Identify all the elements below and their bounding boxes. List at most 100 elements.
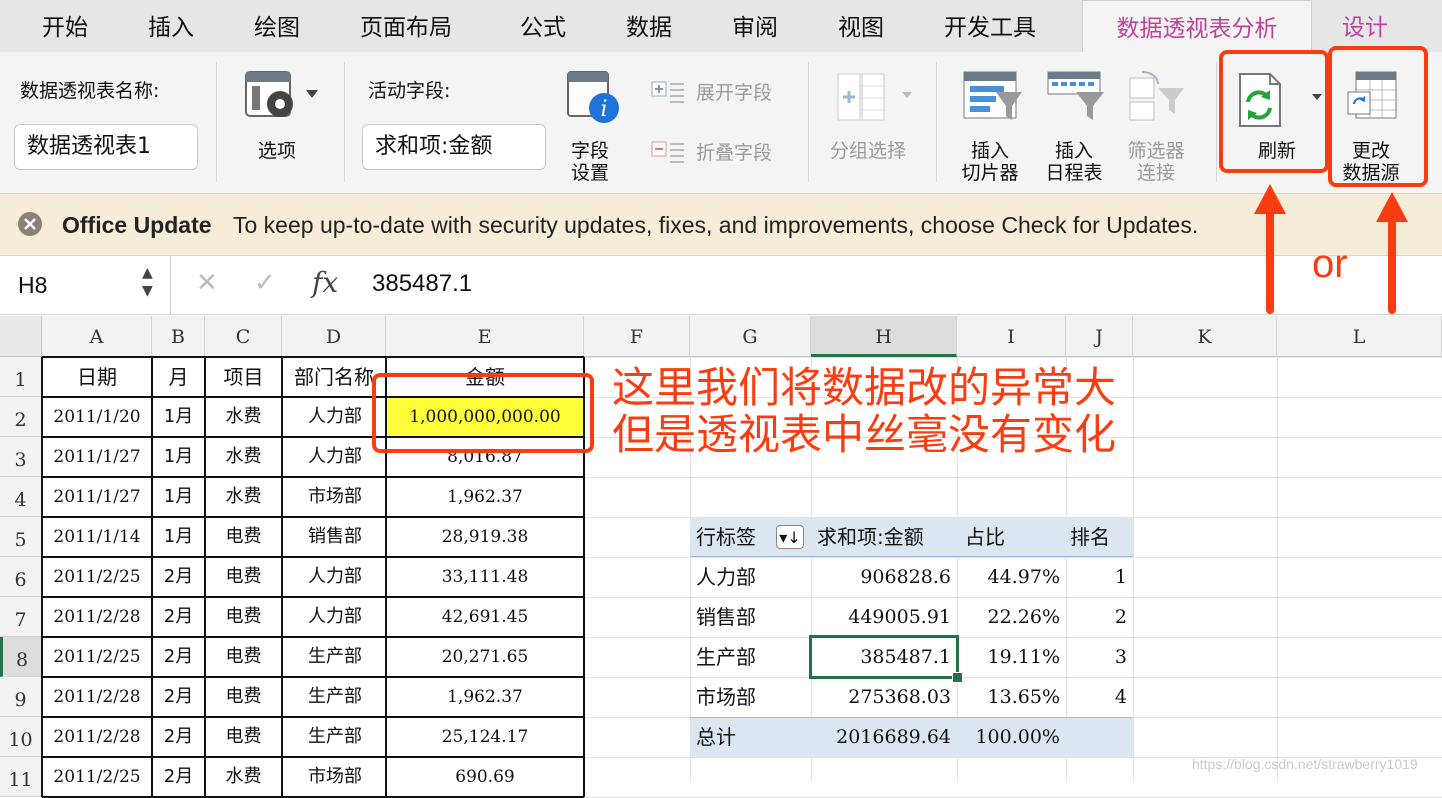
tab-design[interactable]: 设计 — [1342, 0, 1388, 52]
pivot-percent-cell[interactable]: 22.26% — [957, 597, 1060, 637]
select-all-corner[interactable] — [0, 316, 42, 357]
column-header[interactable]: C — [205, 316, 282, 357]
table-cell[interactable]: 2011/2/28 — [42, 677, 152, 717]
table-cell[interactable]: 电费 — [205, 597, 282, 637]
tab-developer[interactable]: 开发工具 — [944, 0, 1036, 52]
insert-slicer-icon[interactable] — [962, 70, 1024, 128]
table-cell[interactable]: 42,691.45 — [386, 597, 584, 637]
pivot-value-cell[interactable]: 906828.6 — [811, 557, 951, 597]
pivot-rank-cell[interactable]: 4 — [1066, 677, 1127, 717]
row-header[interactable]: 10 — [0, 717, 42, 757]
formula-input[interactable]: 385487.1 — [372, 270, 472, 298]
column-header[interactable]: K — [1133, 316, 1277, 357]
table-cell[interactable]: 2011/1/27 — [42, 437, 152, 477]
table-cell[interactable]: 2月 — [152, 557, 205, 597]
table-cell[interactable]: 生产部 — [282, 637, 386, 677]
pivot-row-label[interactable]: 人力部 — [696, 557, 806, 597]
active-field-input[interactable]: 求和项:金额 — [362, 124, 546, 170]
pivot-row-label[interactable]: 生产部 — [696, 637, 806, 677]
table-cell[interactable]: 人力部 — [282, 437, 386, 477]
tab-pivottable-analyze[interactable]: 数据透视表分析 — [1082, 0, 1312, 53]
column-header[interactable]: B — [152, 316, 205, 357]
table-cell[interactable]: 33,111.48 — [386, 557, 584, 597]
table-cell[interactable]: 28,919.38 — [386, 517, 584, 557]
table-cell[interactable]: 690.69 — [386, 757, 584, 797]
name-box-stepper-icon[interactable]: ▲ ▼ — [142, 264, 153, 300]
table-header-cell[interactable]: 月 — [152, 357, 205, 397]
table-cell[interactable]: 1月 — [152, 477, 205, 517]
collapse-field-button[interactable]: 折叠字段 — [696, 142, 772, 164]
table-cell[interactable]: 20,271.65 — [386, 637, 584, 677]
table-cell[interactable]: 2011/2/25 — [42, 637, 152, 677]
options-button[interactable]: 选项 — [258, 140, 296, 162]
column-header[interactable]: L — [1277, 316, 1442, 357]
insert-function-icon[interactable]: fx — [312, 266, 338, 299]
table-cell[interactable]: 电费 — [205, 717, 282, 757]
row-header[interactable]: 11 — [0, 757, 42, 797]
table-cell[interactable]: 2011/1/14 — [42, 517, 152, 557]
table-cell[interactable]: 水费 — [205, 437, 282, 477]
field-settings-button[interactable]: 字段 设置 — [568, 140, 612, 184]
column-header[interactable]: F — [584, 316, 690, 357]
pivot-value-cell[interactable]: 275368.03 — [811, 677, 951, 717]
row-header[interactable]: 2 — [0, 397, 42, 437]
table-cell[interactable]: 1,962.37 — [386, 677, 584, 717]
table-cell[interactable]: 2月 — [152, 597, 205, 637]
filter-dropdown-icon[interactable]: ▾↓ — [776, 525, 804, 549]
row-header[interactable]: 8 — [0, 637, 42, 677]
tab-formulas[interactable]: 公式 — [520, 0, 566, 52]
table-cell[interactable]: 市场部 — [282, 477, 386, 517]
tab-home[interactable]: 开始 — [42, 0, 88, 52]
pivot-total-label[interactable]: 总计 — [696, 717, 806, 757]
table-cell[interactable]: 水费 — [205, 757, 282, 797]
column-header[interactable]: I — [957, 316, 1066, 357]
options-icon[interactable] — [244, 68, 318, 120]
table-cell[interactable]: 生产部 — [282, 717, 386, 757]
tab-view[interactable]: 视图 — [838, 0, 884, 52]
table-cell[interactable]: 1月 — [152, 397, 205, 437]
pivot-value-header[interactable]: 求和项:金额 — [817, 517, 957, 557]
pivot-total-percent[interactable]: 100.00% — [957, 717, 1060, 757]
table-cell[interactable]: 25,124.17 — [386, 717, 584, 757]
table-header-cell[interactable]: 部门名称 — [282, 357, 386, 397]
table-cell[interactable]: 1,962.37 — [386, 477, 584, 517]
pivot-rank-cell[interactable]: 2 — [1066, 597, 1127, 637]
table-header-cell[interactable]: 项目 — [205, 357, 282, 397]
tab-insert[interactable]: 插入 — [148, 0, 194, 52]
row-header[interactable]: 6 — [0, 557, 42, 597]
pivot-percent-cell[interactable]: 44.97% — [957, 557, 1060, 597]
pivot-row-label[interactable]: 市场部 — [696, 677, 806, 717]
table-cell[interactable]: 电费 — [205, 517, 282, 557]
insert-slicer-button[interactable]: 插入 切片器 — [958, 140, 1022, 184]
filter-connections-button[interactable]: 筛选器 连接 — [1124, 140, 1188, 184]
name-box[interactable]: H8 — [18, 272, 47, 299]
group-selection-button[interactable]: 分组选择 — [830, 140, 906, 162]
pivot-value-cell[interactable]: 449005.91 — [811, 597, 951, 637]
tab-draw[interactable]: 绘图 — [254, 0, 300, 52]
column-header[interactable]: J — [1066, 316, 1133, 357]
row-header[interactable]: 9 — [0, 677, 42, 717]
table-cell[interactable]: 人力部 — [282, 397, 386, 437]
pivot-rank-header[interactable]: 排名 — [1070, 517, 1130, 557]
table-cell[interactable]: 2月 — [152, 757, 205, 797]
table-cell[interactable]: 2月 — [152, 677, 205, 717]
table-cell[interactable]: 销售部 — [282, 517, 386, 557]
table-cell[interactable]: 水费 — [205, 477, 282, 517]
table-cell[interactable]: 人力部 — [282, 597, 386, 637]
column-header[interactable]: E — [386, 316, 584, 357]
fill-handle[interactable] — [952, 672, 963, 683]
tab-review[interactable]: 审阅 — [732, 0, 778, 52]
column-header[interactable]: G — [690, 316, 811, 357]
row-header[interactable]: 5 — [0, 517, 42, 557]
table-cell[interactable]: 生产部 — [282, 677, 386, 717]
table-cell[interactable]: 市场部 — [282, 757, 386, 797]
pivot-rank-cell[interactable]: 3 — [1066, 637, 1127, 677]
insert-timeline-icon[interactable] — [1046, 70, 1108, 128]
pivot-row-label[interactable]: 销售部 — [696, 597, 806, 637]
row-header[interactable]: 4 — [0, 477, 42, 517]
table-cell[interactable]: 1月 — [152, 517, 205, 557]
table-cell[interactable]: 2011/2/25 — [42, 557, 152, 597]
pivot-rank-cell[interactable]: 1 — [1066, 557, 1127, 597]
pivot-percent-cell[interactable]: 19.11% — [957, 637, 1060, 677]
table-cell[interactable]: 2011/2/28 — [42, 597, 152, 637]
